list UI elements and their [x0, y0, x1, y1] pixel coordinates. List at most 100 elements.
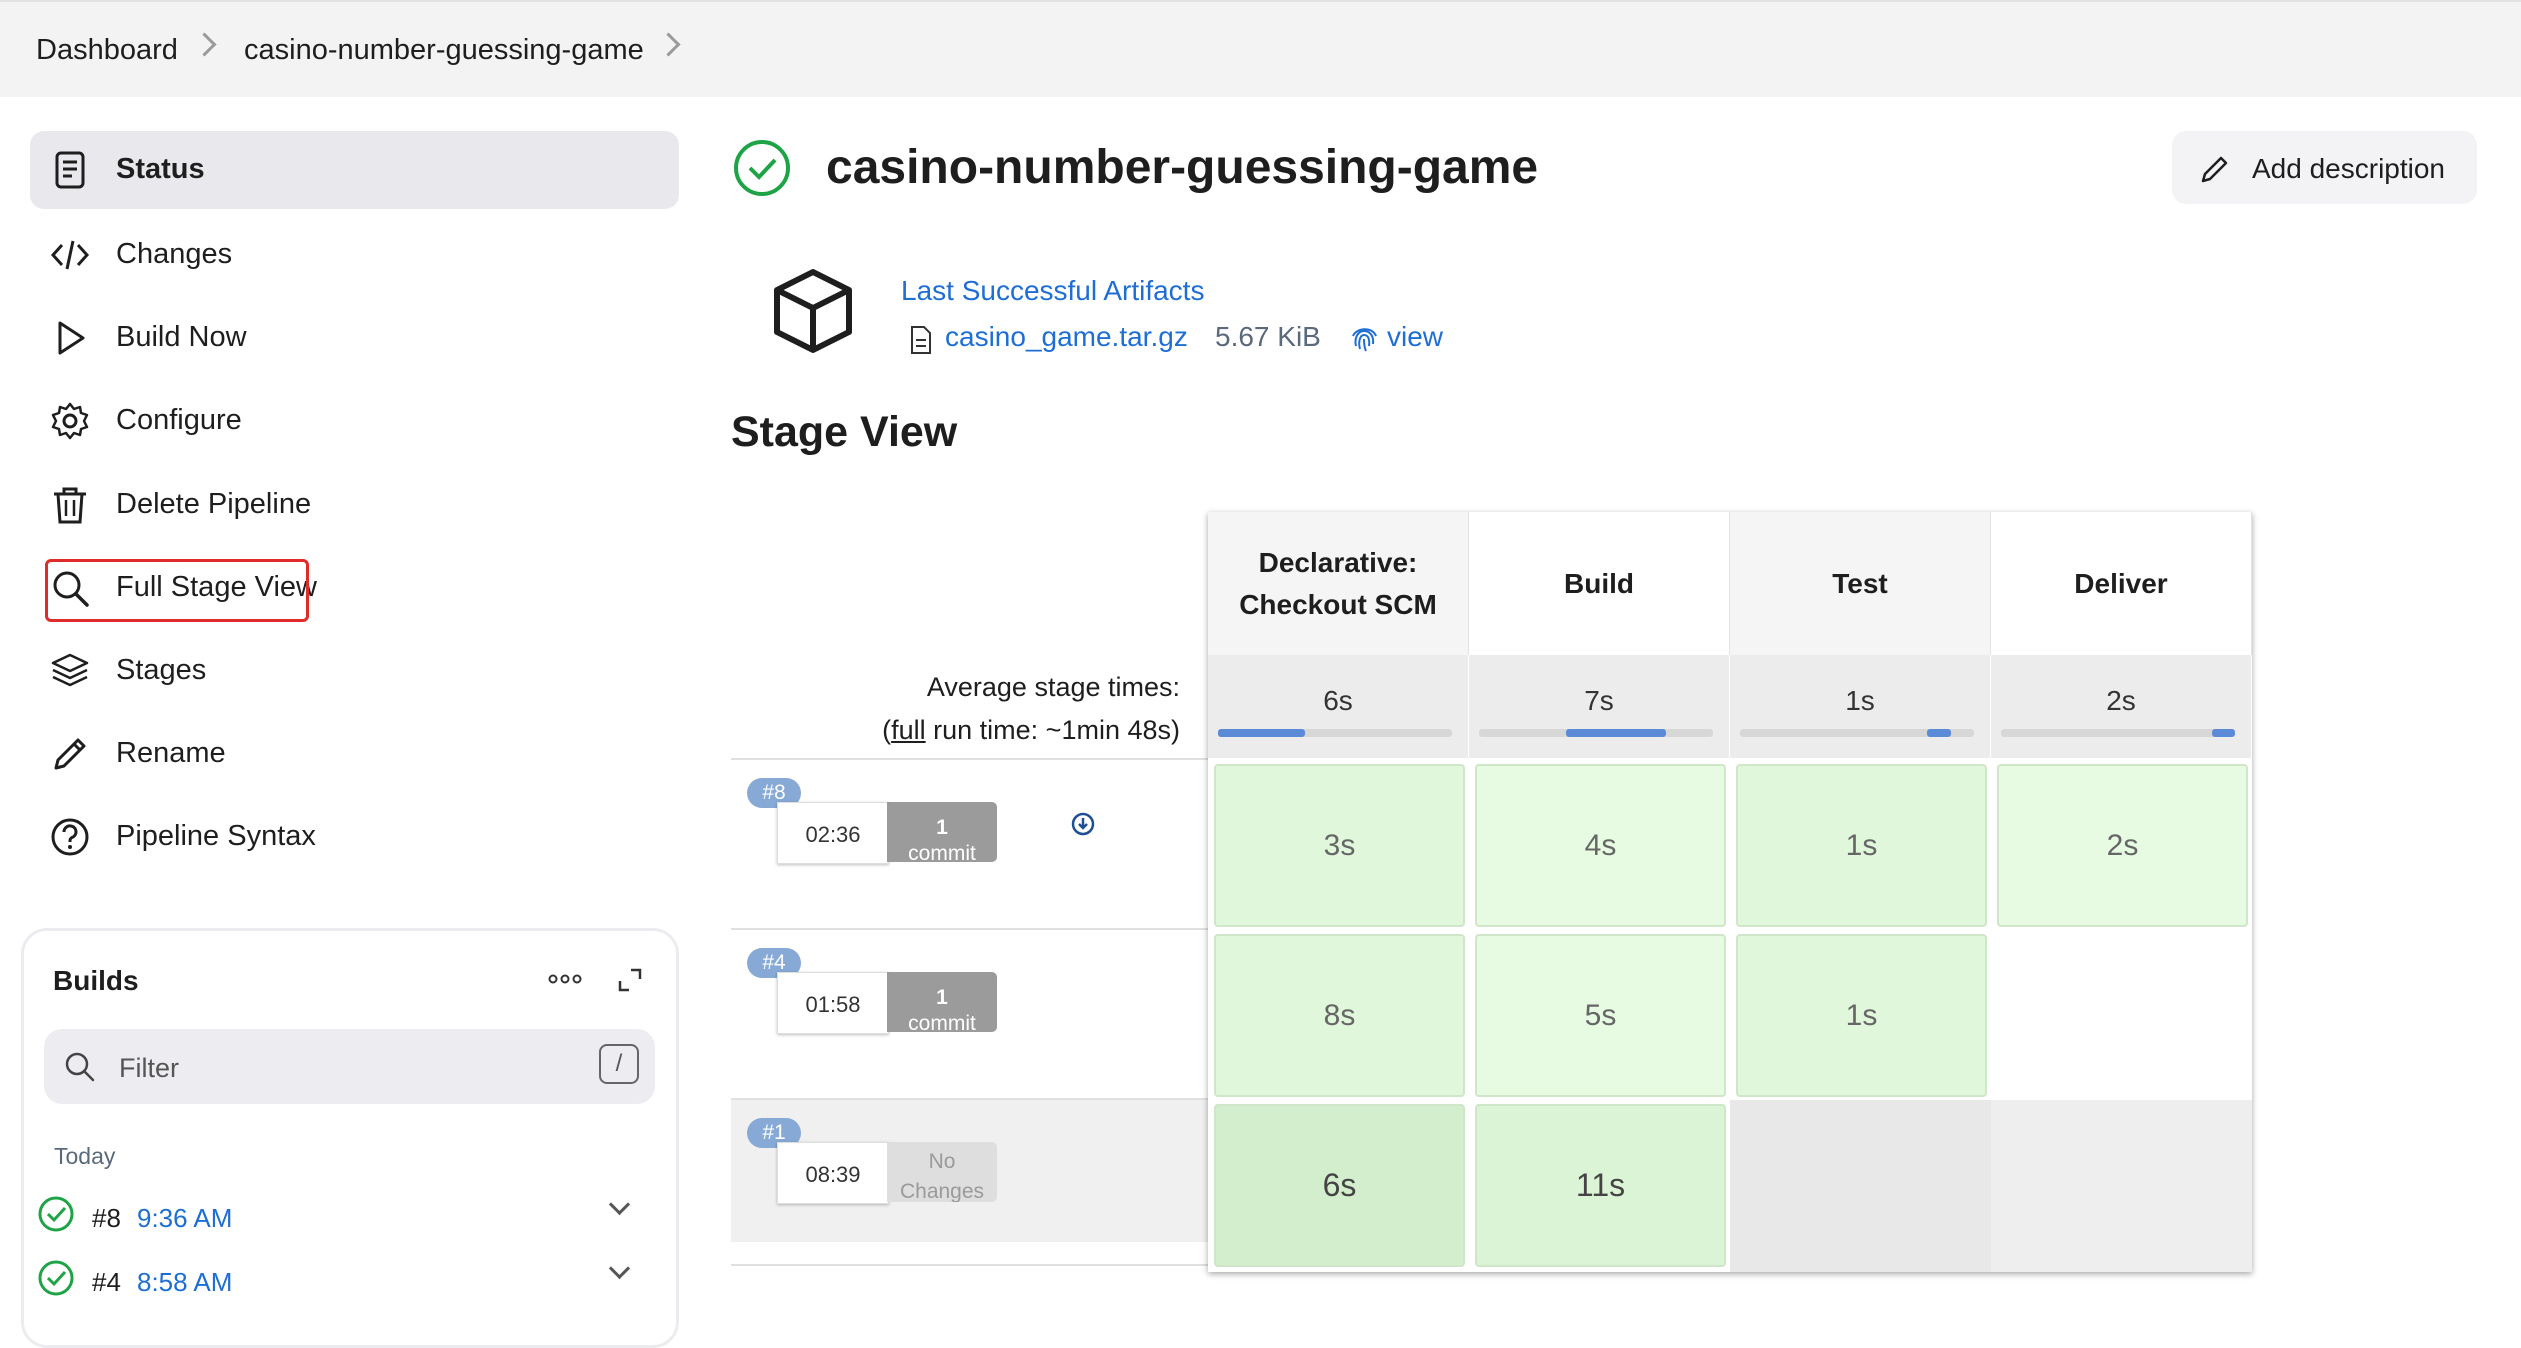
- chevron-right-icon: [192, 32, 217, 57]
- expand-icon[interactable]: [617, 967, 643, 993]
- success-icon: [38, 1196, 74, 1232]
- artifact-file-link[interactable]: casino_game.tar.gz: [945, 321, 1188, 353]
- breadcrumb-dashboard[interactable]: Dashboard: [36, 34, 178, 67]
- sidebar-item-delete-pipeline[interactable]: Delete Pipeline: [30, 466, 679, 544]
- sidebar-item-configure[interactable]: Configure: [30, 382, 679, 460]
- sidebar-item-status[interactable]: Status: [30, 131, 679, 209]
- build-list-item[interactable]: #4 8:58 AM: [37, 1255, 657, 1305]
- sidebar-item-build-now[interactable]: Build Now: [30, 299, 679, 377]
- stage-average: 2s: [1991, 655, 2252, 758]
- add-description-button[interactable]: Add description: [2172, 131, 2477, 204]
- fingerprint-view-link[interactable]: view: [1387, 321, 1443, 353]
- stage-average-bar: [2001, 729, 2235, 737]
- stage-header: Deliver: [1991, 512, 2252, 655]
- stage-average-bar-fill: [1218, 729, 1305, 737]
- sidebar-item-label: Build Now: [116, 321, 247, 353]
- full-run-suffix: run time: ~1min 48s): [925, 715, 1180, 745]
- stage-average-time: 2s: [2106, 685, 2136, 716]
- build-time[interactable]: 9:36 AM: [137, 1203, 232, 1234]
- help-icon: [51, 818, 89, 856]
- sidebar-item-stages[interactable]: Stages: [30, 632, 679, 710]
- changes-sub: Changes: [899, 1180, 985, 1202]
- success-icon: [38, 1260, 74, 1296]
- stage-cell-success[interactable]: 2s: [1997, 764, 2248, 927]
- stage-average: 7s: [1469, 655, 1730, 758]
- stage-cell-success[interactable]: 3s: [1214, 764, 1465, 927]
- play-icon: [58, 321, 85, 355]
- stage-average-time: 1s: [1845, 685, 1875, 716]
- changes-count: 1: [936, 816, 948, 839]
- highlight-box: [45, 559, 309, 622]
- stage-header-label: Declarative: Checkout SCM: [1239, 546, 1437, 620]
- download-icon[interactable]: [1071, 812, 1095, 836]
- sidebar-item-label: Status: [116, 153, 205, 185]
- stage-average-bar: [1740, 729, 1974, 737]
- stage-cell-success[interactable]: 6s: [1214, 1104, 1465, 1267]
- success-icon: [734, 140, 790, 196]
- sidebar-item-label: Rename: [116, 737, 226, 769]
- stage-cell-success[interactable]: 1s: [1736, 934, 1987, 1097]
- changes-count: No: [928, 1150, 956, 1173]
- stage-build-row: #8 02:36 1 commit: [731, 758, 1208, 930]
- sidebar-item-label: Pipeline Syntax: [116, 820, 316, 852]
- sidebar-item-label: Delete Pipeline: [116, 488, 312, 520]
- stage-cell-success[interactable]: 1s: [1736, 764, 1987, 927]
- document-icon: [55, 151, 85, 189]
- stage-header-label: Test: [1832, 567, 1888, 599]
- last-successful-artifacts-link[interactable]: Last Successful Artifacts: [901, 275, 1204, 307]
- breadcrumb-job[interactable]: casino-number-guessing-game: [244, 34, 644, 67]
- stage-average-bar-fill: [1927, 729, 1951, 737]
- stage-cell-success[interactable]: 4s: [1475, 764, 1726, 927]
- chevron-down-icon[interactable]: [608, 1193, 631, 1216]
- stage-build-row: #4 01:58 1 commit: [731, 928, 1208, 1100]
- build-number: #8: [92, 1203, 121, 1233]
- package-icon: [774, 269, 852, 353]
- changes-box[interactable]: 1 commit: [887, 802, 997, 862]
- full-run-link[interactable]: full: [891, 715, 926, 745]
- stage-average: 6s: [1208, 655, 1469, 758]
- stage-cell-success[interactable]: 8s: [1214, 934, 1465, 1097]
- sidebar-item-pipeline-syntax[interactable]: Pipeline Syntax: [30, 798, 679, 876]
- build-list-item[interactable]: #8 9:36 AM: [37, 1191, 657, 1241]
- breadcrumb: Dashboard casino-number-guessing-game: [0, 0, 2521, 97]
- sidebar-item-label: Stages: [116, 654, 207, 686]
- changes-box[interactable]: No Changes: [887, 1142, 997, 1202]
- search-icon: [65, 1052, 95, 1082]
- more-icon[interactable]: [547, 973, 583, 985]
- stage-average-time: 7s: [1584, 685, 1614, 716]
- stage-view-title: Stage View: [731, 408, 958, 456]
- stage-cell-success[interactable]: 11s: [1475, 1104, 1726, 1267]
- changes-sub: commit: [908, 1012, 976, 1032]
- chevron-right-icon[interactable]: [656, 32, 681, 57]
- stage-cell-empty: [1730, 1100, 1991, 1272]
- fingerprint-icon[interactable]: [1349, 324, 1379, 354]
- sidebar-item-label: Changes: [116, 238, 233, 270]
- sidebar-item-label: Configure: [116, 404, 242, 436]
- changes-box[interactable]: 1 commit: [887, 972, 997, 1032]
- stage-average-bar-fill: [1565, 729, 1667, 737]
- code-icon: [50, 240, 90, 270]
- stage-average-time: 6s: [1323, 685, 1353, 716]
- builds-title: Builds: [53, 965, 139, 996]
- stage-build-row: #1 08:39 No Changes: [731, 1098, 1208, 1242]
- stage-header: Build: [1469, 512, 1730, 655]
- sidebar-item-rename[interactable]: Rename: [30, 715, 679, 793]
- builds-filter-input[interactable]: Filter /: [44, 1029, 655, 1104]
- stage-header-label: Deliver: [2074, 567, 2168, 599]
- stage-header: Test: [1730, 512, 1991, 655]
- sidebar-item-changes[interactable]: Changes: [30, 216, 679, 294]
- build-time-box: 01:58: [777, 972, 889, 1034]
- build-time-box: 02:36: [777, 802, 889, 864]
- stage-header-label: Build: [1564, 567, 1634, 599]
- stage-average: 1s: [1730, 655, 1991, 758]
- full-run-time: (full run time: ~1min 48s): [731, 715, 1208, 746]
- builds-group-label: Today: [54, 1143, 116, 1169]
- stage-header: Declarative: Checkout SCM: [1208, 512, 1469, 655]
- add-description-label: Add description: [2252, 153, 2446, 184]
- chevron-down-icon[interactable]: [608, 1257, 631, 1280]
- stage-cell-success[interactable]: 5s: [1475, 934, 1726, 1097]
- build-time[interactable]: 8:58 AM: [137, 1267, 232, 1298]
- changes-count: 1: [936, 986, 948, 1009]
- stage-average-bar: [1218, 729, 1452, 737]
- artifact-size: 5.67 KiB: [1215, 321, 1321, 352]
